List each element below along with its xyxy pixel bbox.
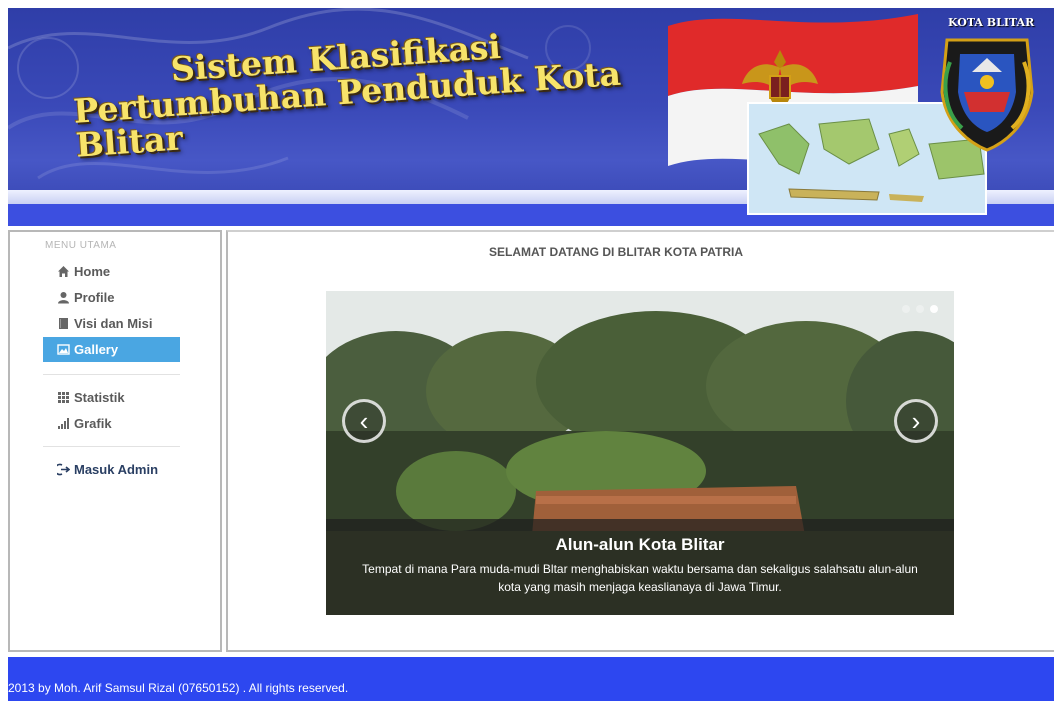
menu-divider	[43, 374, 180, 375]
kota-blitar-label: KOTA BLITAR	[948, 16, 1035, 29]
login-icon	[56, 463, 70, 477]
sidebar-item-label: Profile	[74, 290, 115, 305]
carousel-dot[interactable]	[916, 305, 924, 313]
image-carousel[interactable]: ‹ › Alun-alun Kota Blitar Tempat di mana…	[326, 291, 954, 615]
carousel-dot[interactable]	[902, 305, 910, 313]
book-icon	[56, 317, 70, 331]
sidebar-item-visi-dan-misi[interactable]: Visi dan Misi	[43, 311, 180, 336]
sidebar-item-masuk-admin[interactable]: Masuk Admin	[43, 457, 180, 482]
carousel-caption: Alun-alun Kota Blitar Tempat di mana Par…	[326, 519, 954, 615]
chevron-left-icon: ‹	[359, 405, 369, 436]
sidebar-item-home[interactable]: Home	[43, 259, 180, 284]
menu-divider	[43, 446, 180, 447]
picture-icon	[56, 343, 70, 357]
caption-text: Tempat di mana Para muda-mudi Bltar meng…	[362, 562, 918, 594]
caption-title: Alun-alun Kota Blitar	[555, 535, 725, 554]
kota-blitar-coat-of-arms-image	[940, 38, 1034, 152]
carousel-dot-active[interactable]	[930, 305, 938, 313]
menu-heading: MENU UTAMA	[45, 240, 117, 251]
sidebar-item-grafik[interactable]: Grafik	[43, 411, 180, 436]
carousel-prev-button[interactable]: ‹	[342, 399, 386, 443]
sidebar-item-label: Gallery	[74, 342, 119, 357]
bar-chart-icon	[56, 417, 70, 431]
sidebar-item-label: Visi dan Misi	[74, 316, 153, 331]
welcome-heading: SELAMAT DATANG DI BLITAR KOTA PATRIA	[489, 245, 743, 259]
sidebar-item-label: Home	[74, 264, 111, 279]
carousel-indicators	[902, 305, 938, 313]
sidebar-item-statistik[interactable]: Statistik	[43, 385, 180, 410]
sidebar-item-label: Masuk Admin	[74, 462, 159, 477]
chevron-right-icon: ›	[911, 405, 921, 436]
footer-copyright: 2013 by Moh. Arif Samsul Rizal (07650152…	[8, 681, 349, 695]
carousel-next-button[interactable]: ›	[894, 399, 938, 443]
sidebar-item-profile[interactable]: Profile	[43, 285, 180, 310]
user-icon	[56, 291, 70, 305]
home-icon	[56, 265, 70, 279]
sidebar-item-label: Grafik	[74, 416, 112, 431]
sidebar-item-label: Statistik	[74, 390, 125, 405]
sidebar-item-gallery[interactable]: Gallery	[43, 337, 180, 362]
grid-icon	[56, 391, 70, 405]
